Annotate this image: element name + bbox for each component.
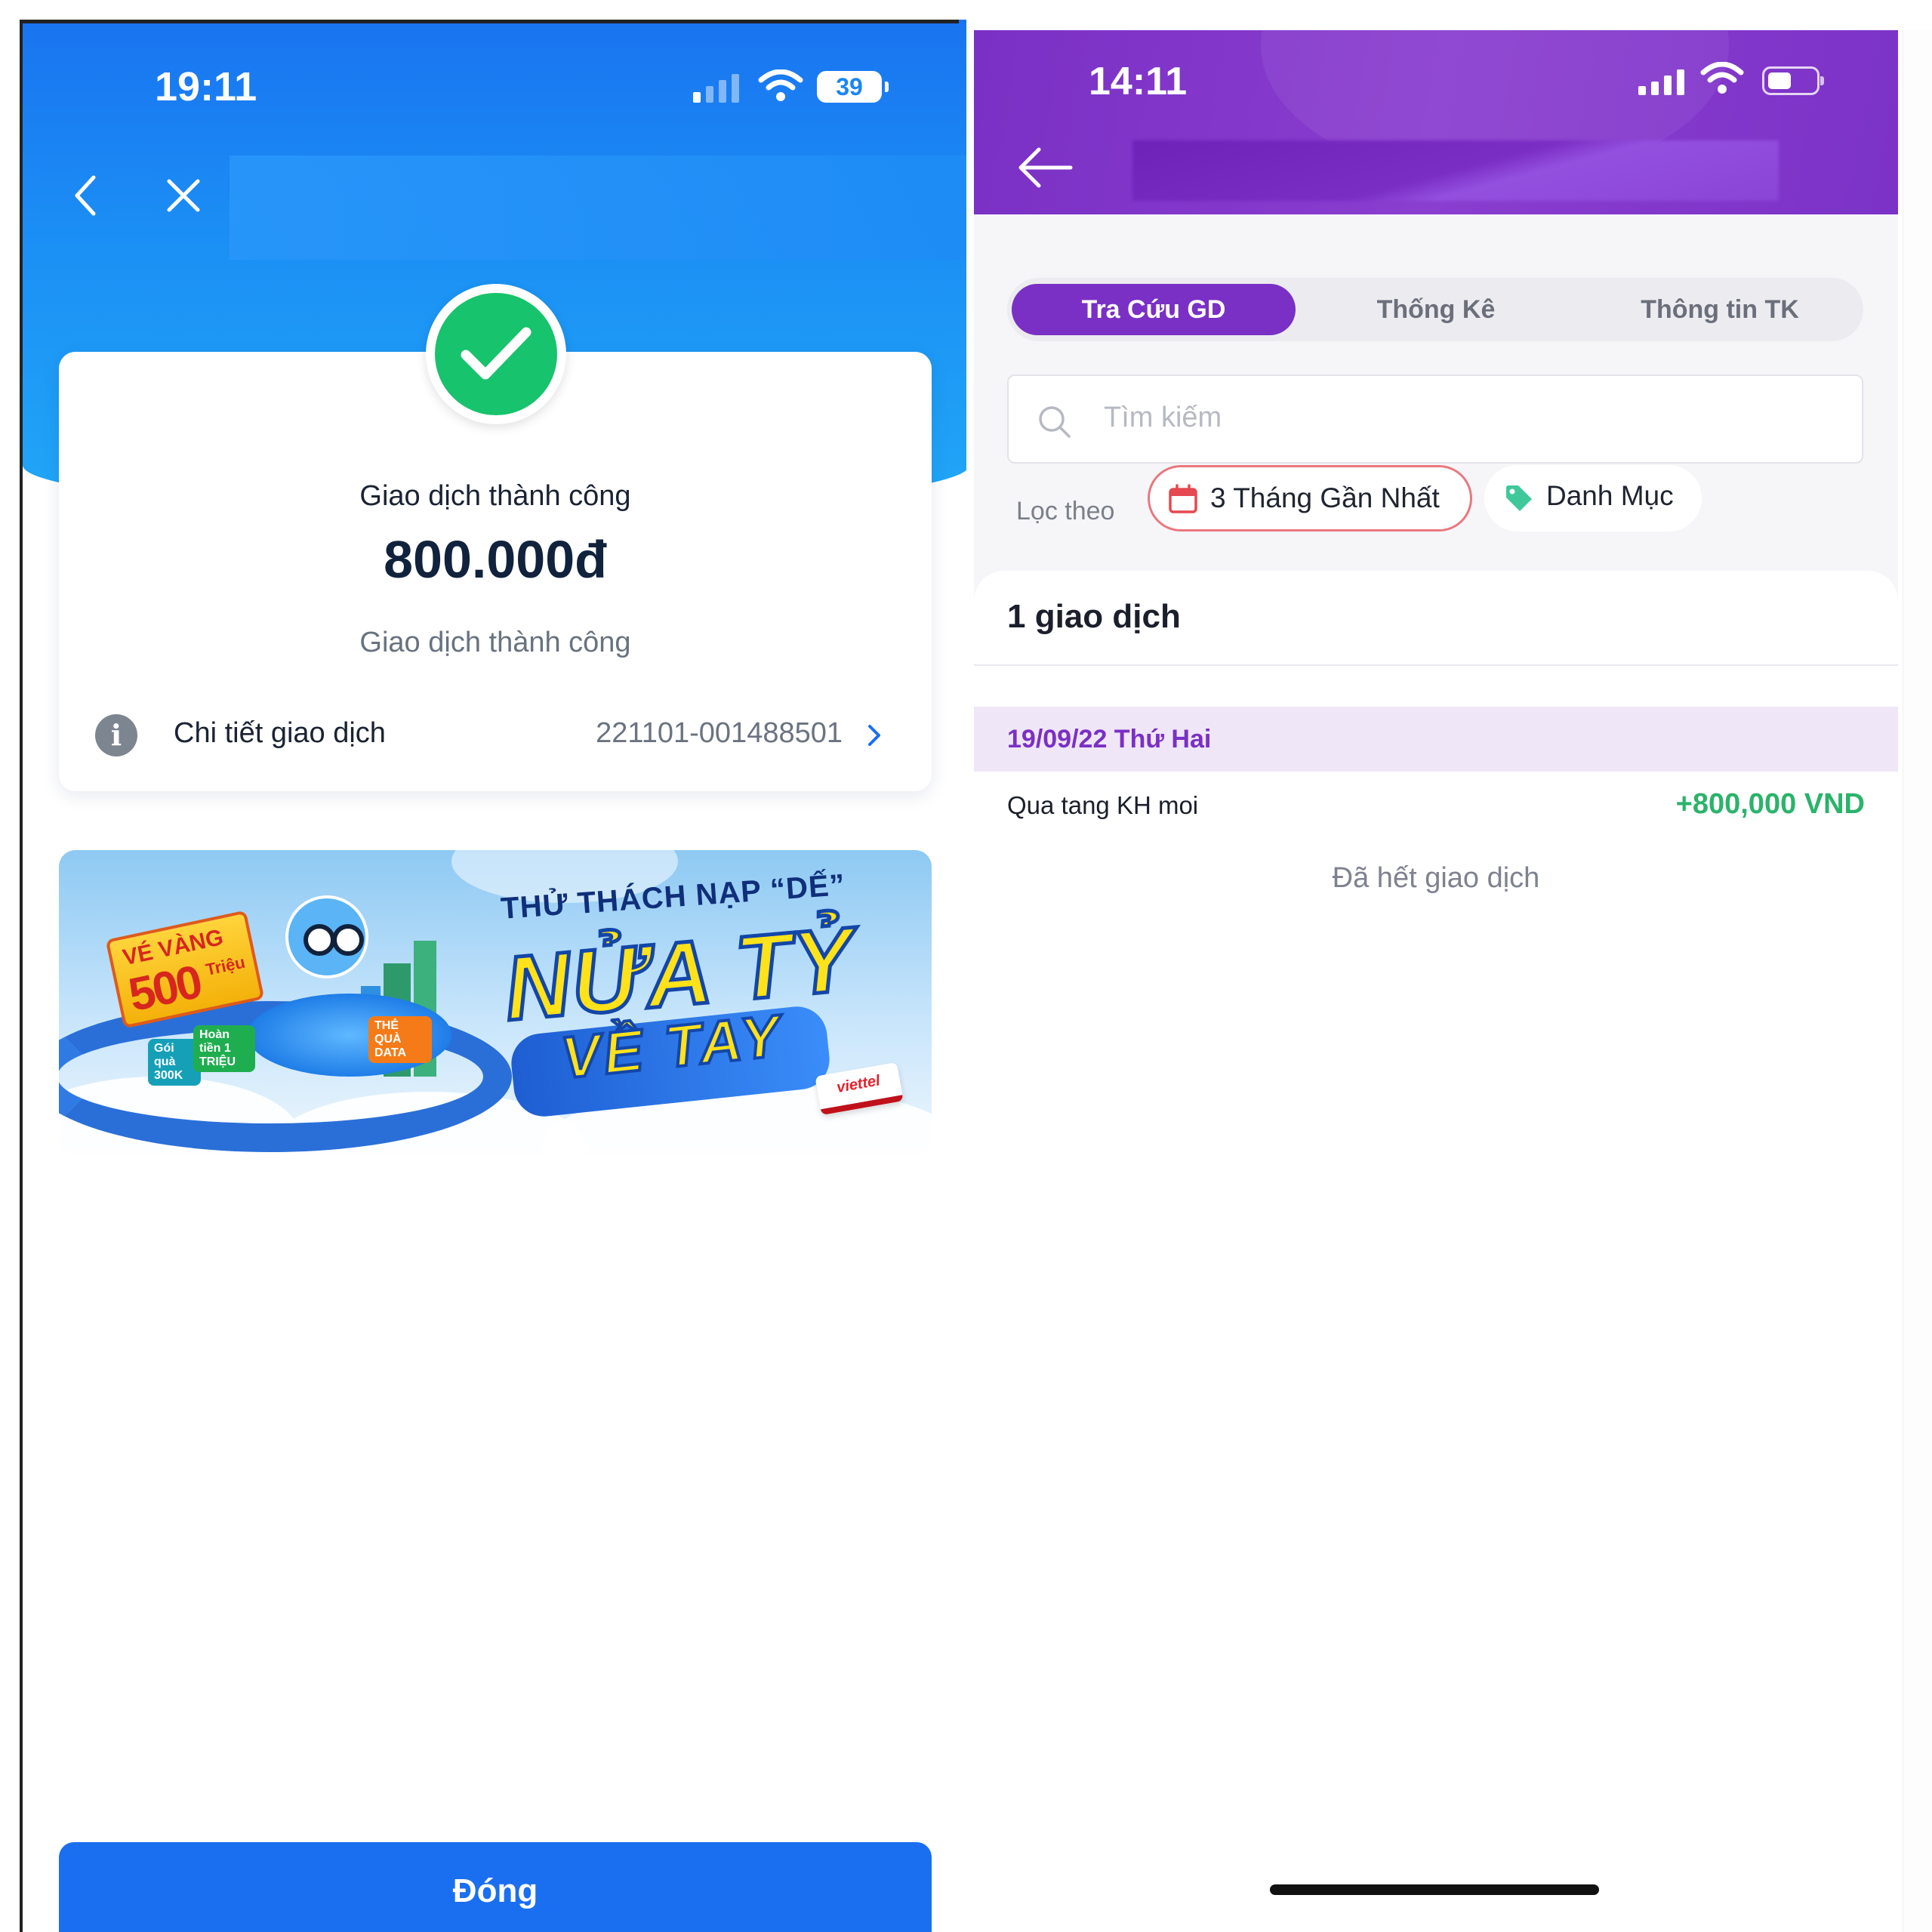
search-placeholder: Tìm kiếm — [1104, 402, 1222, 433]
date-group-header: 19/09/22 Thứ Hai — [974, 707, 1898, 772]
info-icon: i — [95, 714, 137, 756]
date-filter-label: 3 Tháng Gần Nhất — [1210, 482, 1440, 513]
history-body: Tra Cứu GD Thống Kê Thông tin TK Tìm kiế… — [974, 214, 1898, 1932]
chevron-right-icon — [868, 725, 880, 746]
date-filter-chip[interactable]: 3 Tháng Gần Nhất — [1148, 465, 1472, 532]
banner-tag-refund: Hoàn tiền 1 TRIỆU — [193, 1025, 255, 1072]
top-edge — [23, 20, 959, 23]
right-edge — [1903, 30, 1932, 1932]
category-filter-chip[interactable]: Danh Mục — [1484, 465, 1702, 532]
close-button[interactable]: Đóng — [59, 1842, 932, 1932]
transaction-amount[interactable]: +800,000 VND — [1676, 788, 1865, 821]
check-icon — [435, 293, 557, 415]
battery-icon: 39 — [817, 71, 889, 103]
tab-lookup[interactable]: Tra Cứu GD — [1012, 284, 1296, 335]
screenshot-stage: 19:11 39 Giao dịch thành công 800.000đ G… — [0, 0, 1932, 1932]
transaction-detail-row[interactable]: i Chi tiết giao dịch 221101-001488501 — [59, 707, 932, 767]
calendar-icon — [1169, 484, 1197, 513]
home-indicator[interactable] — [1270, 1884, 1599, 1895]
tab-account-info[interactable]: Thông tin TK — [1578, 284, 1862, 335]
search-input[interactable]: Tìm kiếm — [1007, 374, 1863, 464]
wifi-icon — [758, 69, 803, 101]
left-phone-screen: 19:11 39 Giao dịch thành công 800.000đ G… — [20, 20, 966, 1932]
status-time: 19:11 — [155, 64, 257, 109]
chevron-left-icon[interactable] — [72, 174, 98, 217]
promo-banner[interactable]: VÉ VÀNG 500 Triệu Gói quà 300K Hoàn tiền… — [59, 850, 932, 1155]
tab-bar: Tra Cứu GD Thống Kê Thông tin TK — [1007, 278, 1863, 341]
search-icon — [1039, 406, 1071, 438]
result-subtitle: Giao dịch thành công — [359, 627, 631, 658]
banner-tag-data: THẺ QUÀ DATA — [368, 1016, 432, 1063]
status-bar: 19:11 39 — [23, 63, 966, 116]
battery-icon — [1762, 66, 1824, 95]
success-badge — [426, 284, 566, 424]
app-header: 14:11 — [974, 30, 1898, 214]
signal-icon — [693, 72, 739, 103]
date-group-label: 19/09/22 Thứ Hai — [1007, 725, 1212, 753]
category-filter-label: Danh Mục — [1546, 480, 1674, 511]
banner-mascot — [285, 895, 368, 978]
status-time: 14:11 — [1089, 60, 1188, 103]
transaction-code: 221101-001488501 — [596, 717, 843, 749]
end-of-list-message: Đã hết giao dịch — [1332, 862, 1540, 894]
transaction-name[interactable]: Qua tang KH moi — [1007, 791, 1198, 820]
tag-icon — [1506, 485, 1532, 511]
divider — [974, 664, 1898, 666]
signal-icon — [1638, 69, 1684, 95]
right-phone-screen: 14:11 Tra Cứu GD Thống Kê Thông tin TK T… — [974, 30, 1898, 1932]
detail-label: Chi tiết giao dịch — [174, 717, 386, 749]
transaction-count: 1 giao dịch — [1007, 598, 1181, 635]
arrow-left-icon[interactable] — [1016, 145, 1074, 190]
close-icon[interactable] — [166, 178, 201, 213]
filter-label: Lọc theo — [1016, 497, 1115, 525]
tab-statistics[interactable]: Thống Kê — [1294, 284, 1578, 335]
result-amount: 800.000đ — [384, 530, 607, 589]
result-title: Giao dịch thành công — [359, 480, 631, 512]
redacted-page-title — [1132, 140, 1779, 201]
redacted-header-title — [230, 156, 966, 260]
wifi-icon — [1700, 62, 1744, 94]
transaction-list: 1 giao dịch 19/09/22 Thứ Hai Qua tang KH… — [974, 571, 1898, 1932]
